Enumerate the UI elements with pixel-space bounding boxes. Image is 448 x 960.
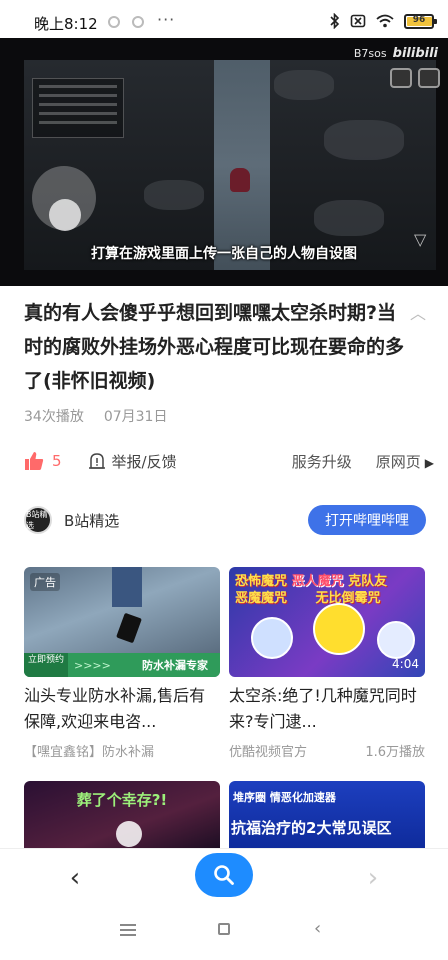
avatar[interactable]: B站精选 — [24, 506, 52, 534]
card-thumbnail: 广告 立即预约 >>>> 防水补漏专家 — [24, 567, 220, 677]
action-bar: 5 举报/反馈 服务升级 原网页 ▶ — [24, 448, 434, 474]
browser-nav-bar: ‹ › — [0, 848, 448, 906]
game-map-icon — [390, 68, 412, 88]
card-thumbnail: 堆序圈 情恶化加速器 抗福治疗的2大常见误区 — [229, 781, 425, 851]
report-button[interactable]: 举报/反馈 — [88, 451, 177, 472]
notification-icon — [132, 16, 144, 28]
publish-date: 07月31日 — [103, 409, 168, 425]
battery-level-text: 96 — [412, 14, 426, 25]
video-player[interactable]: B7sos bilibili 打算在游戏里面上传一张自己的人物自设图 ▽ — [0, 38, 448, 286]
forward-button[interactable]: › — [358, 863, 388, 893]
card-source: 【嘿宜鑫铭】防水补漏 — [24, 745, 155, 760]
status-icons: 96 — [330, 13, 437, 29]
source-row: B站精选 B站精选 打开哔哩哔哩 — [24, 504, 426, 536]
banner-text: 恶人魔咒 — [291, 574, 344, 589]
article-title-block: 真的有人会傻乎乎想回到嘿嘿太空杀时期?当时的腐败外挂场外恶心程度可比现在要命的多… — [24, 296, 406, 398]
search-icon — [214, 865, 234, 885]
article-meta: 34次播放 07月31日 — [24, 406, 167, 426]
notification-icon — [108, 16, 120, 28]
system-back-button[interactable]: ‹ — [314, 918, 321, 939]
article-title: 真的有人会傻乎乎想回到嘿嘿太空杀时期?当时的腐败外挂场外恶心程度可比现在要命的多… — [24, 302, 405, 392]
card-meta: 优酷视频官方 1.6万播放 — [229, 741, 425, 760]
game-character — [230, 168, 250, 192]
original-page-label: 原网页 — [375, 452, 421, 471]
card-thumbnail: 恐怖魔咒 恶人魔咒 克队友 恶魔魔咒 无比倒霉咒 4:04 — [229, 567, 425, 677]
ad-banner: 立即预约 >>>> 防水补漏专家 — [24, 653, 220, 677]
more-notifications-icon: ··· — [157, 10, 176, 29]
thumbnail-text: 抗福治疗的2大常见误区 — [231, 819, 392, 837]
thumbnail-text: 葬了个幸存?! — [76, 791, 168, 809]
card-play-count: 1.6万播放 — [365, 745, 425, 760]
video-frame — [24, 60, 436, 270]
bluetooth-icon — [330, 13, 340, 29]
ad-label: 广告 — [30, 573, 60, 591]
ad-arrows: >>>> — [74, 658, 111, 672]
status-time: 晚上8:12 — [34, 15, 98, 33]
open-bilibili-button[interactable]: 打开哔哩哔哩 — [308, 505, 426, 535]
battery-icon: 96 — [404, 13, 437, 29]
list-item[interactable]: 恐怖魔咒 恶人魔咒 克队友 恶魔魔咒 无比倒霉咒 4:04 太空杀:绝了!几种魔… — [229, 567, 425, 760]
thumbnail-text: 堆序圈 情恶化加速器 — [233, 791, 336, 804]
source-name[interactable]: B站精选 — [64, 510, 119, 531]
view-count: 34次播放 — [24, 409, 84, 425]
ad-tag: 立即预约 — [24, 653, 68, 677]
home-button[interactable] — [218, 923, 230, 935]
chevron-up-icon[interactable]: ︿ — [410, 300, 426, 324]
system-nav-bar: ‹ — [0, 906, 448, 960]
video-controls — [390, 68, 440, 88]
thumb-up-icon — [25, 452, 44, 470]
watermark-id: B7sos — [353, 47, 387, 60]
banner-text: 恐怖魔咒 — [235, 574, 288, 589]
list-item[interactable]: 广告 立即预约 >>>> 防水补漏专家 汕头专业防水补漏,售后有保障,欢迎来电咨… — [24, 567, 220, 760]
card-title: 汕头专业防水补漏,售后有保障,欢迎来电咨... — [24, 686, 206, 731]
banner-text: 克队友 — [348, 574, 388, 589]
play-arrow-icon: ▶ — [424, 455, 434, 470]
play-icon — [116, 821, 142, 847]
report-label: 举报/反馈 — [111, 452, 177, 471]
phone-screen: 晚上8:12 ··· 96 B7sos bilibili 打算在游戏里面上传一张… — [0, 0, 448, 960]
sim-off-icon — [350, 14, 366, 28]
list-item[interactable]: 堆序圈 情恶化加速器 抗福治疗的2大常见误区 — [229, 781, 425, 851]
card-title: 太空杀:绝了!几种魔咒同时来?专门逮... — [229, 686, 417, 731]
card-thumbnail: 葬了个幸存?! — [24, 781, 220, 851]
card-source: 优酷视频官方 — [229, 745, 308, 760]
report-icon — [88, 453, 105, 469]
action-links: 服务升级 原网页 ▶ — [292, 451, 434, 472]
ad-banner-text: 防水补漏专家 — [142, 659, 208, 672]
thumbnail-banner: 恐怖魔咒 恶人魔咒 克队友 恶魔魔咒 无比倒霉咒 — [235, 573, 419, 607]
like-button[interactable]: 5 — [24, 451, 62, 471]
search-button[interactable] — [195, 853, 253, 897]
original-page-link[interactable]: 原网页 ▶ — [376, 451, 434, 472]
recent-apps-button[interactable] — [120, 924, 136, 938]
like-count: 5 — [52, 452, 62, 470]
game-pillar — [214, 60, 270, 270]
banner-text: 恶魔魔咒 — [235, 591, 288, 606]
game-settings-icon — [418, 68, 440, 88]
video-watermark: B7sos bilibili — [354, 46, 438, 61]
card-meta: 【嘿宜鑫铭】防水补漏 — [24, 741, 220, 760]
wifi-icon — [376, 14, 394, 28]
video-subtitle: 打算在游戏里面上传一张自己的人物自设图 — [91, 246, 357, 262]
bilibili-logo: bilibili — [392, 46, 438, 61]
game-chat-panel — [32, 78, 124, 138]
joystick — [32, 166, 96, 231]
game-logo-icon: ▽ — [414, 230, 427, 249]
service-upgrade-link[interactable]: 服务升级 — [292, 451, 352, 472]
list-item[interactable]: 葬了个幸存?! — [24, 781, 220, 851]
back-button[interactable]: ‹ — [60, 863, 90, 893]
video-duration: 4:04 — [392, 657, 419, 671]
